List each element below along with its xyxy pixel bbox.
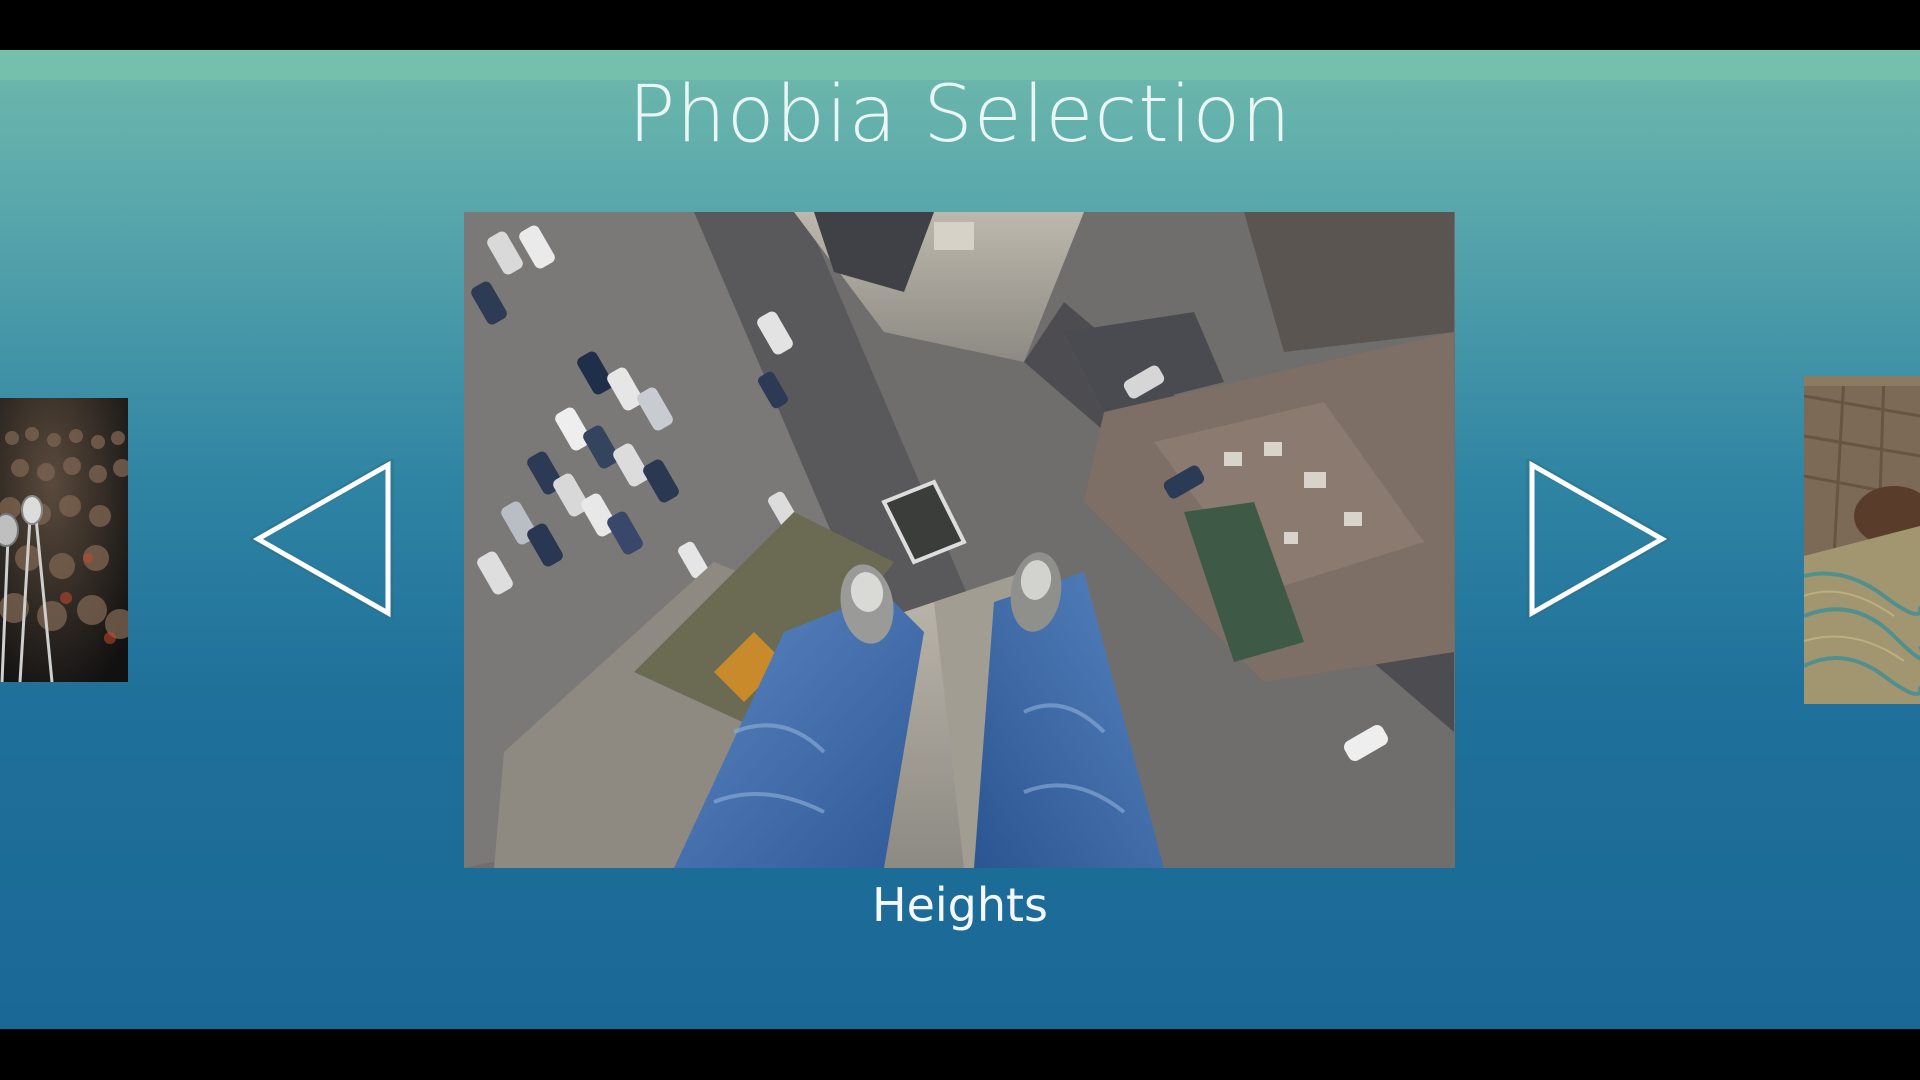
current-phobia-image[interactable] xyxy=(464,212,1455,868)
previous-phobia-thumbnail[interactable] xyxy=(0,398,128,682)
current-phobia-label: Heights xyxy=(871,878,1049,932)
previous-phobia-button[interactable] xyxy=(247,456,400,622)
letterbox-top xyxy=(0,0,1920,50)
letterbox-bottom xyxy=(0,1029,1920,1080)
phobia-selection-screen: Phobia Selection Heights xyxy=(0,50,1920,1029)
page-title: Phobia Selection xyxy=(628,70,1292,160)
triangle-right-outline-icon xyxy=(1526,456,1673,622)
next-phobia-button[interactable] xyxy=(1520,456,1673,622)
next-phobia-thumbnail[interactable] xyxy=(1804,376,1920,704)
triangle-left-outline-icon xyxy=(247,456,394,622)
